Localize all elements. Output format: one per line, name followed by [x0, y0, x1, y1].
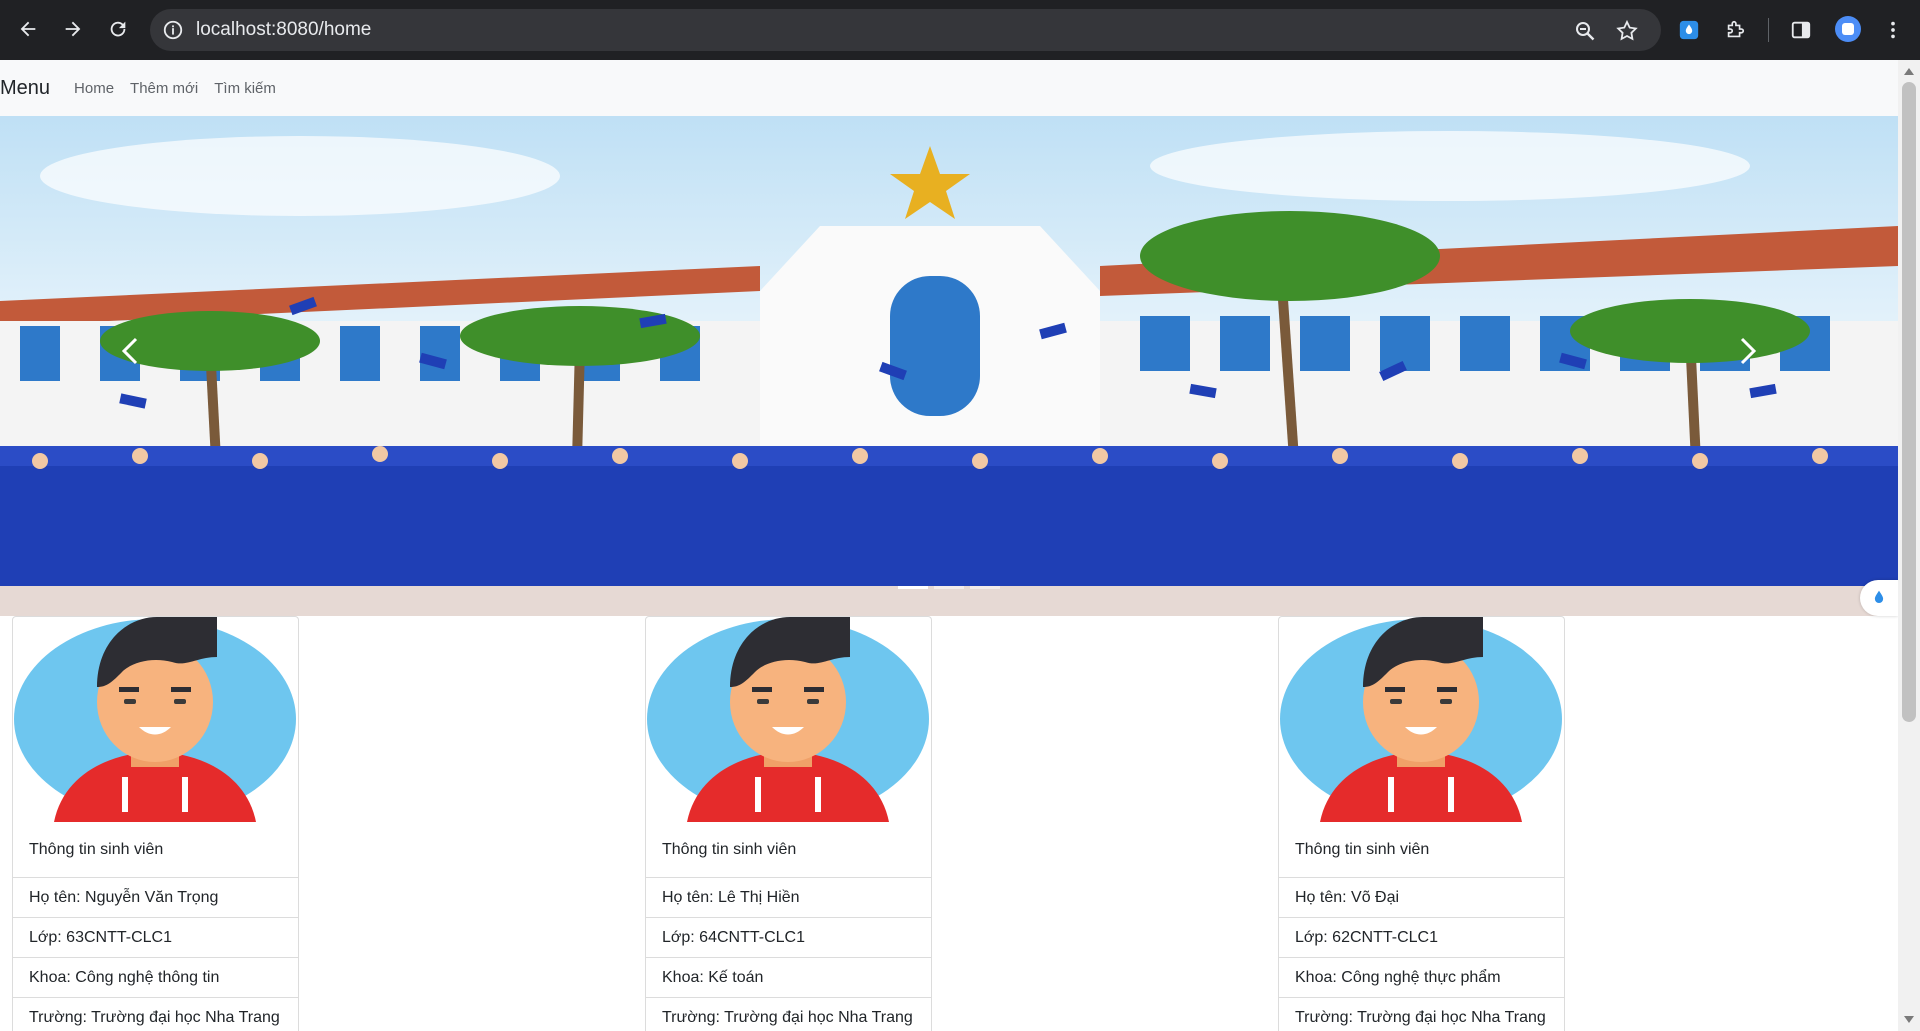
forward-icon [65, 21, 81, 37]
student-faculty: Khoa: Công nghệ thực phẩm [1279, 957, 1564, 997]
scroll-thumb[interactable] [1902, 82, 1916, 722]
extension-button[interactable] [1672, 13, 1706, 47]
student-class: Lớp: 64CNTT-CLC1 [646, 917, 931, 957]
reload-icon [110, 21, 126, 37]
student-info-list: Họ tên: Nguyễn Văn Trọng Lớp: 63CNTT-CLC… [13, 877, 298, 1031]
carousel-indicator-2[interactable] [934, 586, 964, 589]
student-card: Thông tin sinh viên Họ tên: Lê Thị Hiền … [645, 616, 932, 1031]
side-panel-icon [1791, 21, 1811, 39]
toolbar-divider [1768, 18, 1769, 42]
carousel-indicator-3[interactable] [970, 586, 1000, 589]
card-title: Thông tin sinh viên [662, 841, 797, 858]
page-viewport: Menu Home Thêm mới Tìm kiếm Thông tin si… [0, 60, 1898, 1031]
nav-link-home[interactable]: Home [74, 80, 114, 97]
floating-widget-button[interactable] [1860, 580, 1898, 616]
student-school: Trường: Trường đại học Nha Trang [13, 997, 298, 1031]
menu-button[interactable] [1876, 13, 1910, 47]
student-school: Trường: Trường đại học Nha Trang [646, 997, 931, 1031]
profile-icon[interactable] [1835, 16, 1861, 42]
back-icon [20, 21, 36, 37]
student-avatar [647, 617, 929, 822]
student-name: Họ tên: Võ Đại [1279, 877, 1564, 917]
student-school: Trường: Trường đại học Nha Trang [1279, 997, 1564, 1031]
chevron-right-icon [1740, 337, 1757, 365]
student-faculty: Khoa: Công nghệ thông tin [13, 957, 298, 997]
carousel-prev-button[interactable] [120, 336, 160, 386]
nav-link-search[interactable]: Tìm kiếm [214, 80, 276, 97]
bookmark-star-icon[interactable] [1615, 19, 1639, 43]
student-class: Lớp: 63CNTT-CLC1 [13, 917, 298, 957]
nav-link-add-new[interactable]: Thêm mới [130, 80, 198, 97]
info-icon[interactable] [162, 19, 184, 41]
carousel-next-button[interactable] [1738, 336, 1778, 386]
page-scrollbar[interactable] [1898, 60, 1920, 1031]
card-title: Thông tin sinh viên [1295, 841, 1430, 858]
url-text[interactable]: localhost:8080/home [196, 19, 371, 41]
student-avatar [14, 617, 296, 822]
card-title: Thông tin sinh viên [29, 841, 164, 858]
student-avatar [1280, 617, 1562, 822]
student-name: Họ tên: Lê Thị Hiền [646, 877, 931, 917]
back-button[interactable] [10, 11, 46, 47]
student-name: Họ tên: Nguyễn Văn Trọng [13, 877, 298, 917]
scroll-down-arrow-icon[interactable] [1904, 1016, 1914, 1023]
carousel [0, 116, 1898, 616]
extensions-puzzle-icon [1727, 20, 1745, 38]
extensions-button[interactable] [1718, 13, 1752, 47]
chevron-left-icon [121, 337, 138, 365]
zoom-icon[interactable] [1573, 19, 1597, 43]
navbar-brand[interactable]: Menu [0, 77, 50, 100]
student-faculty: Khoa: Kế toán [646, 957, 931, 997]
forward-button[interactable] [55, 11, 91, 47]
student-class: Lớp: 62CNTT-CLC1 [1279, 917, 1564, 957]
scroll-up-arrow-icon[interactable] [1904, 68, 1914, 75]
graduation-photo [0, 131, 1898, 616]
browser-toolbar: localhost:8080/home [0, 0, 1920, 60]
reload-button[interactable] [100, 11, 136, 47]
student-card: Thông tin sinh viên Họ tên: Võ Đại Lớp: … [1278, 616, 1565, 1031]
droplet-icon [1874, 590, 1884, 604]
extension-icon [1679, 20, 1699, 40]
student-info-list: Họ tên: Lê Thị Hiền Lớp: 64CNTT-CLC1 Kho… [646, 877, 931, 1031]
carousel-indicators [898, 586, 1000, 589]
navbar: Menu Home Thêm mới Tìm kiếm [0, 60, 1898, 116]
carousel-indicator-1[interactable] [898, 586, 928, 589]
student-card: Thông tin sinh viên Họ tên: Nguyễn Văn T… [12, 616, 299, 1031]
side-panel-button[interactable] [1784, 13, 1818, 47]
menu-kebab-icon [1891, 21, 1895, 39]
address-bar[interactable]: localhost:8080/home [150, 9, 1661, 51]
student-info-list: Họ tên: Võ Đại Lớp: 62CNTT-CLC1 Khoa: Cô… [1279, 877, 1564, 1031]
